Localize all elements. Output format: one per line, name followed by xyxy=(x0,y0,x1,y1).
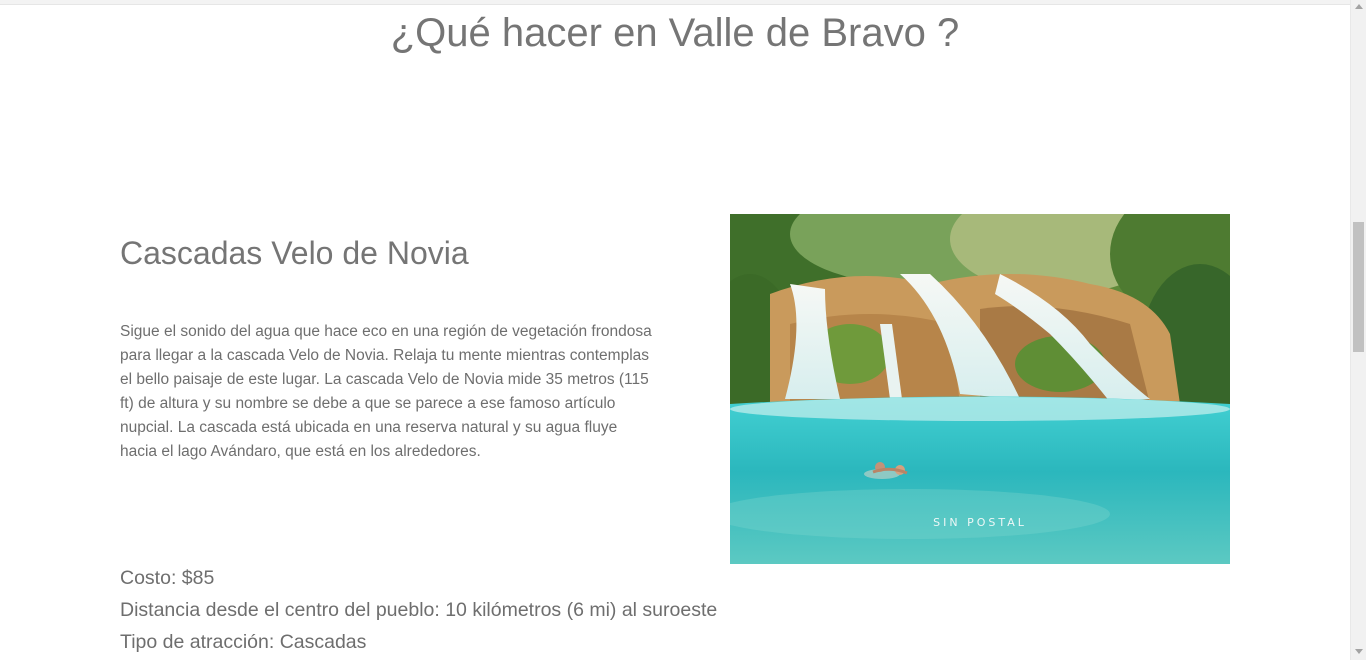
page-title: ¿Qué hacer en Valle de Bravo ? xyxy=(390,11,960,55)
waterfall-photo: SIN POSTAL xyxy=(730,214,1230,564)
top-strip xyxy=(0,0,1350,5)
scrollbar-thumb[interactable] xyxy=(1353,222,1364,352)
attraction-description: Sigue el sonido del agua que hace eco en… xyxy=(120,323,652,460)
attraction-distance: Distancia desde el centro del pueblo: 10… xyxy=(120,599,718,621)
scroll-down-arrow-icon[interactable] xyxy=(1355,649,1363,654)
attraction-title: Cascadas Velo de Novia xyxy=(120,235,469,271)
photo-watermark: SIN POSTAL xyxy=(933,516,1027,529)
waterfall-illustration xyxy=(730,214,1230,564)
page-scrollbar[interactable] xyxy=(1350,0,1366,660)
scroll-up-arrow-icon[interactable] xyxy=(1355,4,1363,9)
attraction-type: Tipo de atracción: Cascadas xyxy=(120,631,367,653)
attraction-cost: Costo: $85 xyxy=(120,567,215,589)
attraction-details: Costo: $85 Distancia desde el centro del… xyxy=(120,562,717,658)
